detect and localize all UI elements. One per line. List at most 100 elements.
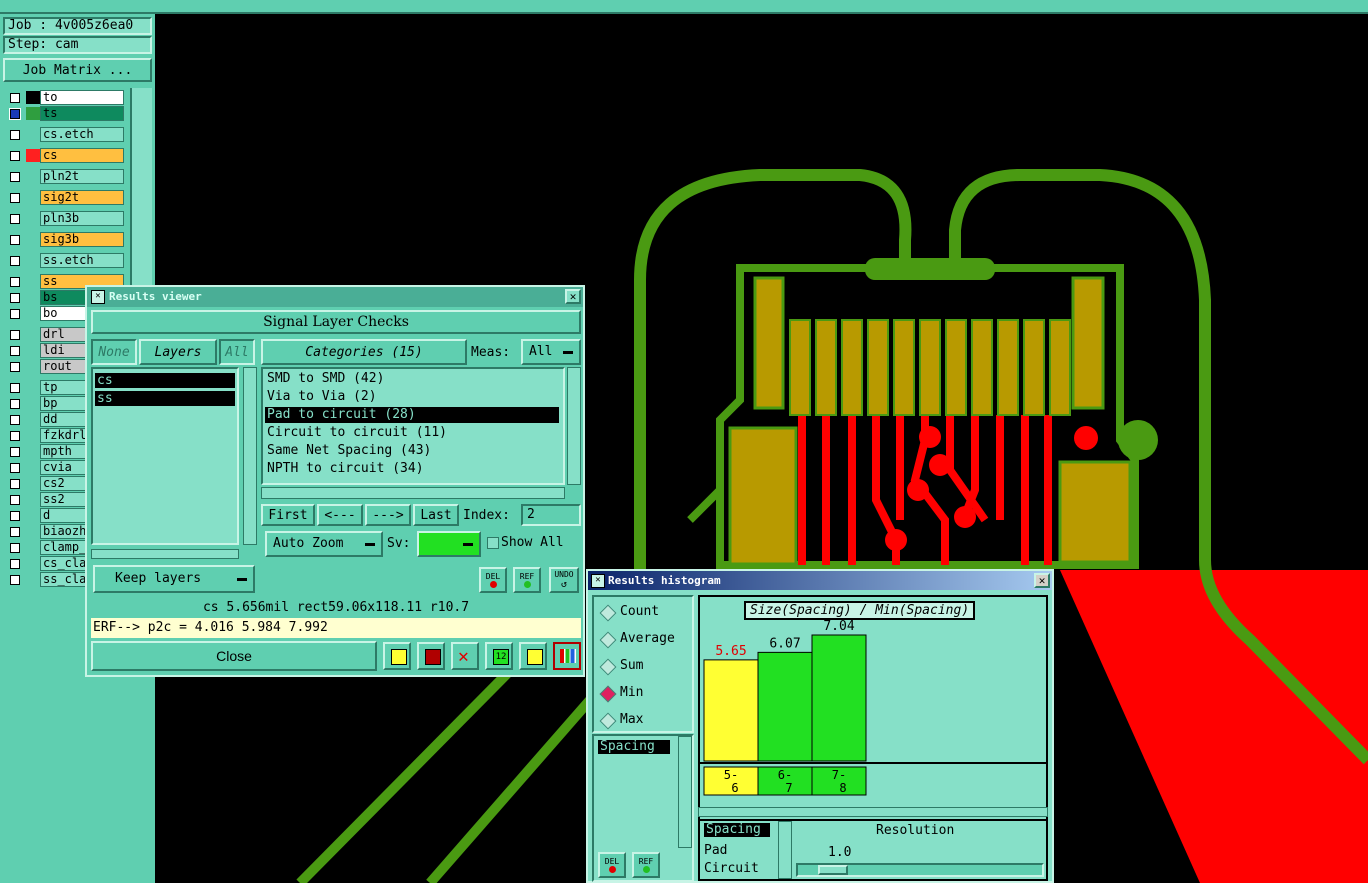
layer-name[interactable]: cs.etch (40, 127, 124, 142)
categories-button[interactable]: Categories (15) (261, 339, 467, 365)
index-input[interactable]: 2 (521, 504, 581, 526)
layers-button[interactable]: Layers (139, 339, 217, 365)
close-icon[interactable]: ✕ (1034, 573, 1050, 588)
categories-scrollbar[interactable] (567, 367, 581, 485)
layer-checkbox[interactable] (10, 559, 20, 569)
res-list-scrollbar[interactable] (778, 821, 792, 879)
layer-row-ss.etch[interactable]: ss.etch (6, 253, 124, 269)
histogram-bar[interactable] (703, 659, 759, 762)
close-icon[interactable]: ✕ (565, 289, 581, 304)
resolution-slider[interactable] (796, 863, 1044, 877)
layer-checkbox[interactable] (10, 235, 20, 245)
layer-row-ts[interactable]: ts (6, 106, 124, 122)
layer-checkbox[interactable] (10, 130, 20, 140)
prev-button[interactable]: <--- (317, 504, 363, 526)
index-icon-button[interactable]: 12 (485, 642, 513, 670)
histogram-bar[interactable] (757, 651, 813, 762)
none-button[interactable]: None (91, 339, 137, 365)
slider-handle[interactable] (818, 865, 848, 875)
categories-hscrollbar[interactable] (261, 487, 565, 499)
histogram-hscrollbar[interactable] (698, 807, 1048, 817)
category-item[interactable]: Via to Via (2) (265, 389, 559, 405)
list-item[interactable]: cs (95, 373, 235, 388)
layer-checkbox[interactable] (10, 383, 20, 393)
layer-name[interactable]: sig3b (40, 232, 124, 247)
layer-row-pln3b[interactable]: pln3b (6, 211, 124, 227)
show-all-checkbox[interactable] (487, 537, 499, 549)
last-button[interactable]: Last (413, 504, 459, 526)
radio-icon[interactable] (599, 685, 617, 703)
radio-icon[interactable] (599, 631, 617, 649)
auto-zoom-dropdown[interactable]: Auto Zoom (265, 531, 383, 557)
layer-name[interactable]: ss.etch (40, 253, 124, 268)
layer-checkbox[interactable] (10, 527, 20, 537)
histogram-list[interactable]: Spacing DEL REF (592, 734, 694, 882)
layer-row-sig2t[interactable]: sig2t (6, 190, 124, 206)
layer-name[interactable]: sig2t (40, 190, 124, 205)
stat-option-count[interactable]: Count (594, 603, 692, 623)
layer-checkbox[interactable] (9, 108, 21, 120)
layer-checkbox[interactable] (10, 543, 20, 553)
undo-button[interactable]: UNDO ↺ (549, 567, 579, 593)
radio-icon[interactable] (599, 658, 617, 676)
histogram-titlebar[interactable]: ✕ Results histogram ✕ (588, 571, 1052, 590)
res-list-item[interactable]: Spacing (704, 823, 770, 837)
histogram-bar[interactable] (811, 634, 867, 762)
window-menu-icon[interactable]: ✕ (91, 290, 105, 304)
keep-layers-dropdown[interactable]: Keep layers (93, 565, 255, 593)
layer-checkbox[interactable] (10, 256, 20, 266)
layer-checkbox[interactable] (10, 495, 20, 505)
layer-checkbox[interactable] (10, 511, 20, 521)
layer-name[interactable]: pln3b (40, 211, 124, 226)
job-matrix-button[interactable]: Job Matrix ... (3, 58, 152, 82)
layer-checkbox[interactable] (10, 479, 20, 489)
histogram-list-scrollbar[interactable] (678, 736, 692, 848)
layer-name[interactable]: pln2t (40, 169, 124, 184)
radio-icon[interactable] (599, 712, 617, 730)
report-icon-button[interactable] (519, 642, 547, 670)
layer-checkbox[interactable] (10, 463, 20, 473)
window-menu-icon[interactable]: ✕ (591, 574, 605, 588)
layer-list-hscrollbar[interactable] (91, 549, 239, 559)
category-item[interactable]: SMD to SMD (42) (265, 371, 559, 387)
layer-checkbox[interactable] (10, 362, 20, 372)
list-item[interactable]: Spacing (598, 740, 670, 754)
layer-row-cs.etch[interactable]: cs.etch (6, 127, 124, 143)
sv-color-dropdown[interactable] (417, 531, 481, 557)
layer-row-cs[interactable]: cs (6, 148, 124, 164)
stat-option-min[interactable]: Min (594, 684, 692, 704)
category-item[interactable]: Circuit to circuit (11) (265, 425, 559, 441)
panel-icon-button[interactable] (383, 642, 411, 670)
results-viewer-titlebar[interactable]: ✕ Results viewer ✕ (87, 287, 583, 307)
stat-option-sum[interactable]: Sum (594, 657, 692, 677)
layer-checkbox[interactable] (10, 172, 20, 182)
layer-checkbox[interactable] (10, 193, 20, 203)
layer-name[interactable]: cs (40, 148, 124, 163)
category-item[interactable]: Same Net Spacing (43) (265, 443, 559, 459)
layer-checkbox[interactable] (10, 399, 20, 409)
delete-all-button[interactable]: ✕ (451, 642, 479, 670)
layer-name[interactable]: to (40, 90, 124, 105)
res-list-item[interactable]: Circuit (704, 861, 759, 876)
layer-checkbox[interactable] (10, 309, 20, 319)
layer-checkbox[interactable] (10, 93, 20, 103)
layer-checkbox[interactable] (10, 575, 20, 585)
layer-name[interactable]: ts (40, 106, 124, 121)
layer-checkbox[interactable] (10, 415, 20, 425)
hist-del-button[interactable]: DEL (598, 852, 626, 878)
histogram-icon-button[interactable] (553, 642, 581, 670)
list-item[interactable]: ss (95, 391, 235, 406)
close-button[interactable]: Close (91, 641, 377, 671)
category-item[interactable]: Pad to circuit (28) (265, 407, 559, 423)
res-list-item[interactable]: Pad (704, 843, 727, 858)
layer-results-list[interactable]: cs ss (91, 367, 239, 545)
layer-checkbox[interactable] (10, 330, 20, 340)
next-button[interactable]: ---> (365, 504, 411, 526)
del-button[interactable]: DEL (479, 567, 507, 593)
layer-checkbox[interactable] (10, 293, 20, 303)
hist-ref-button[interactable]: REF (632, 852, 660, 878)
category-item[interactable]: NPTH to circuit (34) (265, 461, 559, 477)
layer-checkbox[interactable] (10, 346, 20, 356)
layer-checkbox[interactable] (10, 151, 20, 161)
layer-checkbox[interactable] (10, 431, 20, 441)
